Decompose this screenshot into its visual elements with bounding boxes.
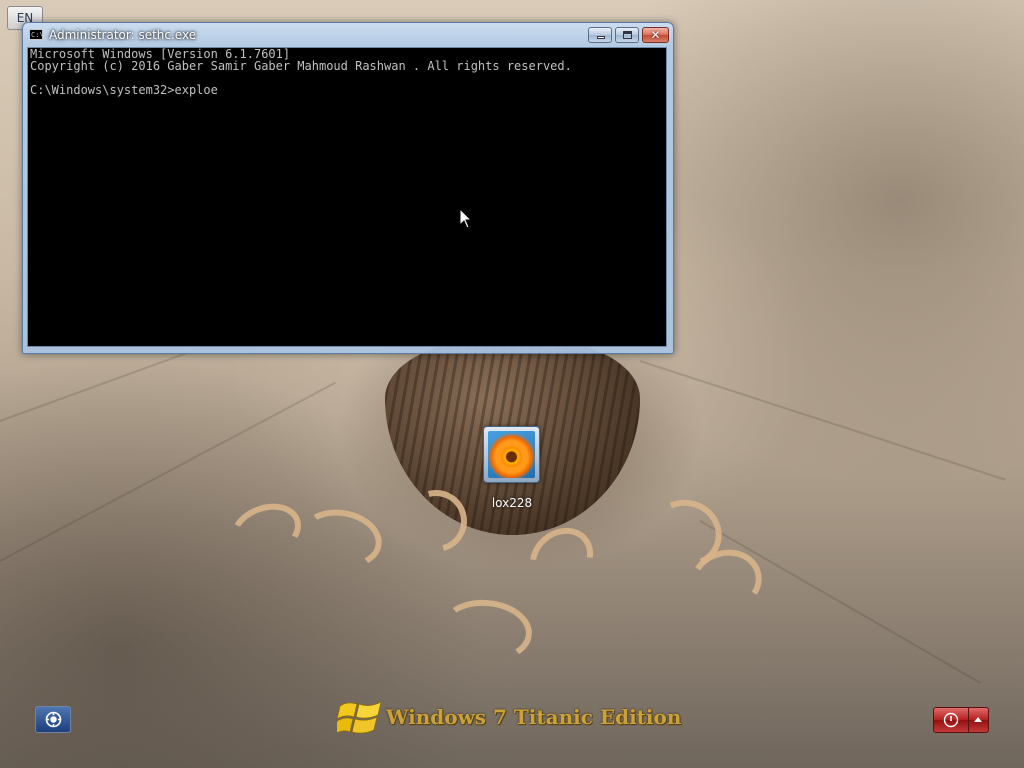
console-line: Copyright (c) 2016 Gaber Samir Gaber Mah… (30, 59, 572, 73)
cmd-icon[interactable]: C:\ (29, 29, 44, 40)
logon-screen: EN C:\ Administrator: sethc.exe ✕ Micros… (0, 0, 1024, 768)
minimize-icon (597, 36, 605, 39)
shutdown-button[interactable] (933, 707, 969, 733)
console-title: Administrator: sethc.exe (49, 28, 197, 42)
power-icon (943, 712, 959, 728)
background-decoration (639, 360, 1006, 481)
maximize-button[interactable] (615, 27, 639, 43)
shutdown-options-button[interactable] (969, 707, 989, 733)
console-text: Microsoft Windows [Version 6.1.7601] Copy… (30, 48, 572, 96)
user-name[interactable]: lox228 (470, 496, 554, 510)
console-output[interactable]: Microsoft Windows [Version 6.1.7601] Copy… (27, 47, 667, 347)
background-decoration (223, 494, 309, 568)
arrow-up-icon (974, 717, 982, 722)
user-tile[interactable] (483, 426, 540, 483)
user-avatar (488, 431, 535, 478)
console-titlebar[interactable]: C:\ Administrator: sethc.exe ✕ (23, 23, 673, 47)
maximize-icon (623, 31, 632, 39)
background-decoration (295, 503, 387, 575)
ease-of-access-button[interactable] (35, 706, 71, 733)
mouse-cursor-icon (459, 208, 473, 229)
background-decoration (437, 596, 535, 666)
close-icon: ✕ (650, 28, 661, 42)
console-prompt-line[interactable]: C:\Windows\system32>exploe (30, 84, 572, 96)
ease-of-access-icon (45, 711, 62, 728)
minimize-button[interactable] (588, 27, 612, 43)
edition-branding: Windows 7 Titanic Edition (386, 705, 682, 729)
console-window: C:\ Administrator: sethc.exe ✕ Microsoft… (22, 22, 674, 354)
close-button[interactable]: ✕ (642, 27, 669, 43)
windows-flag-icon (337, 701, 382, 734)
